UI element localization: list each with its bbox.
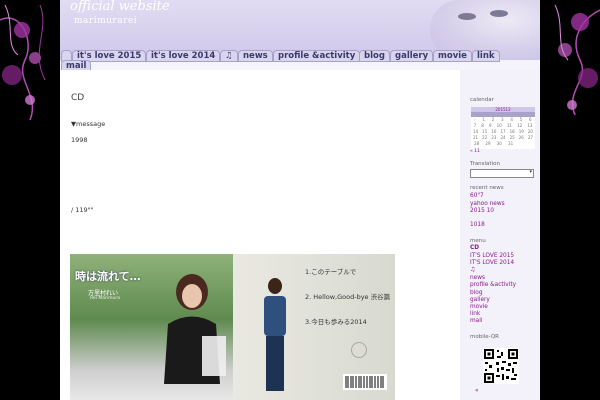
translation-select[interactable]: ▾ <box>470 169 534 178</box>
page-title: CD <box>71 93 85 103</box>
floral-decoration-left <box>0 4 46 121</box>
recent-news-item[interactable]: 60"7 <box>470 193 484 199</box>
menu-item-cd[interactable]: CD <box>470 245 479 251</box>
nav-tab-music[interactable]: ♫ <box>220 50 238 62</box>
cd-artist-en: Rei Marimura <box>90 296 120 301</box>
calendar-week: 28 29 30 31 <box>474 141 514 146</box>
message-label: ▼message <box>71 120 106 128</box>
cd-front-title: 時は流れて… <box>75 270 141 283</box>
menu-item-mail[interactable]: mail <box>470 318 482 324</box>
menu-item-news[interactable]: news <box>470 275 485 281</box>
eye-left <box>458 13 476 20</box>
calendar-heading: calendar <box>470 97 494 103</box>
nav-tab-link[interactable]: link <box>472 50 500 62</box>
chevron-down-icon: ▾ <box>529 169 532 175</box>
recent-news-item[interactable]: yahoo news <box>470 201 505 207</box>
mobile-qr-heading: mobile-QR <box>470 334 499 340</box>
menu-heading: menu <box>470 238 486 244</box>
menu-item-blog[interactable]: blog <box>470 290 483 296</box>
calendar-prev-link[interactable]: « 11 <box>470 149 480 154</box>
footer-mark[interactable]: « <box>475 388 479 394</box>
floral-decoration-right <box>554 4 600 116</box>
nav-tab-gallery[interactable]: gallery <box>390 50 434 62</box>
calendar-widget: 201512 · 1 2 3 4 5 6 7 8 9 10 11 12 13 14 15 16 17 18 19 2… <box>471 107 535 149</box>
nav-tab-itslove-2014[interactable]: it's love 2014 <box>146 50 221 62</box>
site-title[interactable]: official website <box>70 0 170 14</box>
singer-photo-standing <box>264 278 286 391</box>
translation-heading: Translation <box>470 161 500 167</box>
duration-note: / 119"" <box>71 206 94 214</box>
page-wrapper: official website marimurarei it's love 2… <box>60 0 540 400</box>
nav-tab-profile[interactable]: profile &activity <box>273 50 361 62</box>
menu-item-link[interactable]: link <box>470 311 480 317</box>
main-content: CD ▼message 1998 / 119"" 時は流れて… 万里村れい Re… <box>60 70 460 400</box>
release-year: 1998 <box>71 136 88 144</box>
singer-photo <box>164 274 226 384</box>
site-subtitle: marimurarei <box>74 16 138 26</box>
cd-front-cover-image: 時は流れて… 万里村れい Rei Marimura <box>70 254 233 400</box>
label-logo <box>351 342 367 358</box>
menu-item-movie[interactable]: movie <box>470 304 488 310</box>
nav-tab-blog[interactable]: blog <box>359 50 390 62</box>
mobile-qr-code <box>483 348 519 384</box>
menu-item-music[interactable]: ♫ <box>470 267 475 273</box>
main-nav: it's love 2015 it's love 2014 ♫ news pro… <box>60 48 540 72</box>
menu-item-gallery[interactable]: gallery <box>470 297 490 303</box>
sidebar: calendar 201512 · 1 2 3 4 5 6 7 8 9 10 11 12 13 14 15… <box>460 70 540 400</box>
cd-back-cover-image: 1.このテーブルで 2. Hellow,Good-bye 渋谷篇 3.今日も歩み… <box>233 254 395 400</box>
recent-news-heading: recent news <box>470 185 504 191</box>
recent-news-item[interactable]: 1018 <box>470 222 485 228</box>
menu-item-itslove-2014[interactable]: IT'S LOVE 2014 <box>470 260 514 266</box>
menu-item-itslove-2015[interactable]: IT'S LOVE 2015 <box>470 253 514 259</box>
track-1: 1.このテーブルで <box>305 268 357 276</box>
track-3: 3.今日も歩みる2014 <box>305 318 367 326</box>
eye-right <box>490 10 508 17</box>
menu-item-profile[interactable]: profile &activity <box>470 282 516 288</box>
nav-tab-movie[interactable]: movie <box>433 50 472 62</box>
nav-tab-news[interactable]: news <box>238 50 273 62</box>
track-2: 2. Hellow,Good-bye 渋谷篇 <box>305 293 391 301</box>
barcode <box>343 374 387 390</box>
recent-news-item[interactable]: 2015 10 <box>470 208 494 214</box>
